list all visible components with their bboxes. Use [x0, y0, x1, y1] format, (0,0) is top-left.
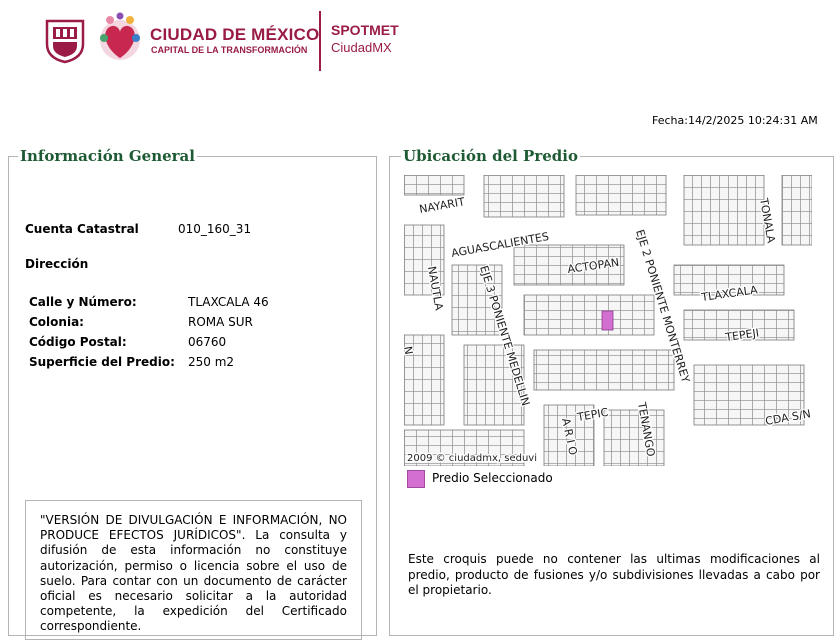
selected-lot-legend: Predio Seleccionado [432, 471, 553, 485]
map-canvas: NAYARIT AGUASCALIENTES ACTOPAN TLAXCALA … [404, 175, 812, 466]
direccion-label: Dirección [25, 257, 89, 271]
app-title: SPOTMET [331, 22, 399, 38]
superficie-label: Superficie del Predio: [29, 355, 175, 369]
selected-lot [601, 310, 614, 331]
calle-value: TLAXCALA 46 [188, 295, 269, 309]
location-legend: Ubicación del Predio [401, 147, 580, 165]
app-subtitle: CiudadMX [331, 40, 392, 55]
date-stamp: Fecha:14/2/2025 10:24:31 AM [652, 114, 818, 127]
superficie-value: 250 m2 [188, 355, 235, 369]
location-map[interactable]: NAYARIT AGUASCALIENTES ACTOPAN TLAXCALA … [404, 175, 812, 466]
colonia-label: Colonia: [29, 315, 84, 329]
selected-lot-swatch [407, 470, 425, 488]
cuenta-catastral-label: Cuenta Catastral [25, 222, 139, 236]
header-divider [319, 11, 321, 71]
colonia-value: ROMA SUR [188, 315, 253, 329]
legal-notice: "VERSIÓN DE DIVULGACIÓN E INFORMACIÓN, N… [25, 500, 362, 640]
calle-label: Calle y Número: [29, 295, 137, 309]
coat-of-arms-logo [45, 19, 85, 64]
brand-subtitle: CAPITAL DE LA TRANSFORMACIÓN [151, 45, 308, 55]
codigo-postal-label: Código Postal: [29, 335, 127, 349]
map-copyright: 2009 © ciudadmx, seduvi [407, 453, 537, 464]
legal-notice-text: "VERSIÓN DE DIVULGACIÓN E INFORMACIÓN, N… [40, 513, 347, 634]
heart-logo [100, 12, 140, 60]
page-header: CIUDAD DE MÉXICO CAPITAL DE LA TRANSFORM… [0, 0, 840, 80]
codigo-postal-value: 06760 [188, 335, 227, 349]
brand-title: CIUDAD DE MÉXICO [150, 25, 320, 44]
cuenta-catastral-value: 010_160_31 [178, 222, 252, 236]
map-disclaimer: Este croquis puede no contener las ultim… [408, 552, 820, 597]
general-info-legend: Información General [18, 147, 197, 165]
